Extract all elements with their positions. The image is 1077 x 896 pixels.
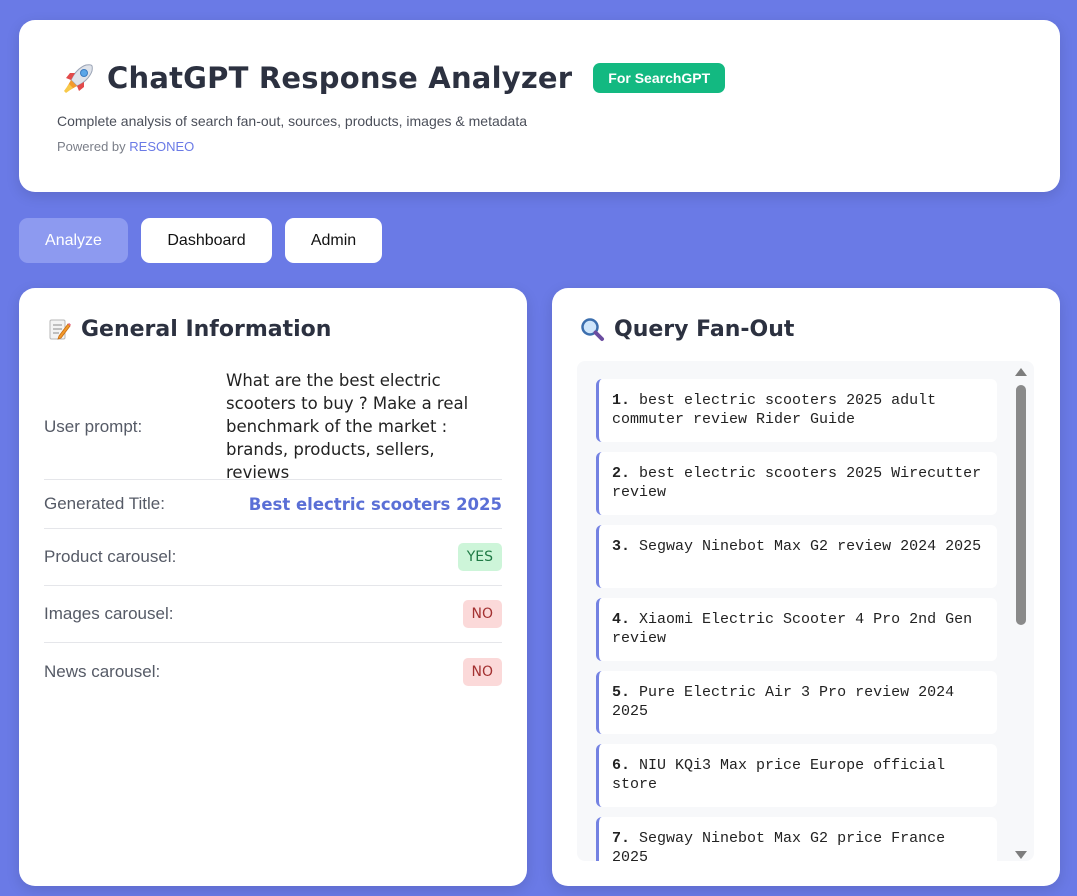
magnifier-icon xyxy=(579,316,605,342)
generated-title-label: Generated Title: xyxy=(44,494,165,513)
query-text: best electric scooters 2025 Wirecutter r… xyxy=(612,465,982,501)
product-carousel-status-badge: YES xyxy=(457,543,502,571)
query-number: 3. xyxy=(612,538,631,555)
query-list-scrollbar[interactable] xyxy=(1014,365,1028,859)
powered-prefix: Powered by xyxy=(57,139,126,154)
user-prompt-value: What are the best electric scooters to b… xyxy=(226,371,469,482)
images-carousel-status-badge: NO xyxy=(462,600,502,628)
generated-title-value: Best electric scooters 2025 xyxy=(248,494,502,514)
images-carousel-row: Images carousel: NO xyxy=(44,586,502,643)
admin-button[interactable]: Admin xyxy=(285,218,382,263)
general-information-title: General Information xyxy=(81,316,332,342)
general-information-heading: General Information xyxy=(46,316,331,342)
query-number: 6. xyxy=(612,757,631,774)
searchgpt-badge: For SearchGPT xyxy=(593,63,726,93)
rocket-icon xyxy=(61,60,97,96)
query-list-item: 3. Segway Ninebot Max G2 review 2024 202… xyxy=(596,525,997,588)
query-list-container[interactable]: 1. best electric scooters 2025 adult com… xyxy=(577,361,1034,861)
query-number: 1. xyxy=(612,392,631,409)
query-text: Xiaomi Electric Scooter 4 Pro 2nd Gen re… xyxy=(612,611,973,647)
analyze-button[interactable]: Analyze xyxy=(19,218,128,263)
dashboard-button[interactable]: Dashboard xyxy=(141,218,272,263)
user-prompt-label: User prompt: xyxy=(44,416,143,436)
header-card: ChatGPT Response Analyzer For SearchGPT … xyxy=(19,20,1060,192)
query-fanout-heading: Query Fan-Out xyxy=(579,316,794,342)
query-number: 7. xyxy=(612,830,631,847)
query-fanout-card: Query Fan-Out 1. best electric scooters … xyxy=(552,288,1060,886)
powered-by: Powered by RESONEO xyxy=(57,139,194,154)
title-row: ChatGPT Response Analyzer For SearchGPT xyxy=(61,60,726,96)
query-fanout-title: Query Fan-Out xyxy=(614,316,795,342)
info-table: User prompt: What are the best electric … xyxy=(44,371,502,700)
query-list-item: 2. best electric scooters 2025 Wirecutte… xyxy=(596,452,997,515)
query-number: 5. xyxy=(612,684,631,701)
scroll-up-arrow-icon[interactable] xyxy=(1015,368,1027,376)
query-text: Segway Ninebot Max G2 price France 2025 xyxy=(612,830,946,861)
query-text: NIU KQi3 Max price Europe official store xyxy=(612,757,946,793)
query-list-item: 7. Segway Ninebot Max G2 price France 20… xyxy=(596,817,997,861)
query-text: Segway Ninebot Max G2 review 2024 2025 xyxy=(639,538,982,555)
user-prompt-row: User prompt: What are the best electric … xyxy=(44,371,502,482)
scroll-thumb[interactable] xyxy=(1016,385,1026,625)
product-carousel-label: Product carousel: xyxy=(44,547,177,566)
news-carousel-row: News carousel: NO xyxy=(44,643,502,700)
news-carousel-status-badge: NO xyxy=(462,657,502,686)
query-number: 4. xyxy=(612,611,631,628)
product-carousel-row: Product carousel: YES xyxy=(44,529,502,586)
general-information-card: General Information User prompt: What ar… xyxy=(19,288,527,886)
query-list: 1. best electric scooters 2025 adult com… xyxy=(596,379,997,861)
query-list-item: 4. Xiaomi Electric Scooter 4 Pro 2nd Gen… xyxy=(596,598,997,661)
query-list-item: 1. best electric scooters 2025 adult com… xyxy=(596,379,997,442)
subtitle: Complete analysis of search fan-out, sou… xyxy=(57,113,528,129)
query-list-item: 6. NIU KQi3 Max price Europe official st… xyxy=(596,744,997,807)
news-carousel-label: News carousel: xyxy=(44,661,161,681)
query-number: 2. xyxy=(612,465,631,482)
memo-icon xyxy=(46,316,72,342)
query-list-item: 5. Pure Electric Air 3 Pro review 2024 2… xyxy=(596,671,997,734)
resoneo-link[interactable]: RESONEO xyxy=(129,139,194,154)
scroll-down-arrow-icon[interactable] xyxy=(1015,851,1027,859)
query-text: best electric scooters 2025 adult commut… xyxy=(612,392,937,428)
images-carousel-label: Images carousel: xyxy=(44,604,174,623)
query-text: Pure Electric Air 3 Pro review 2024 2025 xyxy=(612,684,955,720)
app-title: ChatGPT Response Analyzer xyxy=(107,61,573,95)
main-nav: Analyze Dashboard Admin xyxy=(19,218,382,263)
generated-title-row: Generated Title: Best electric scooters … xyxy=(44,480,502,529)
